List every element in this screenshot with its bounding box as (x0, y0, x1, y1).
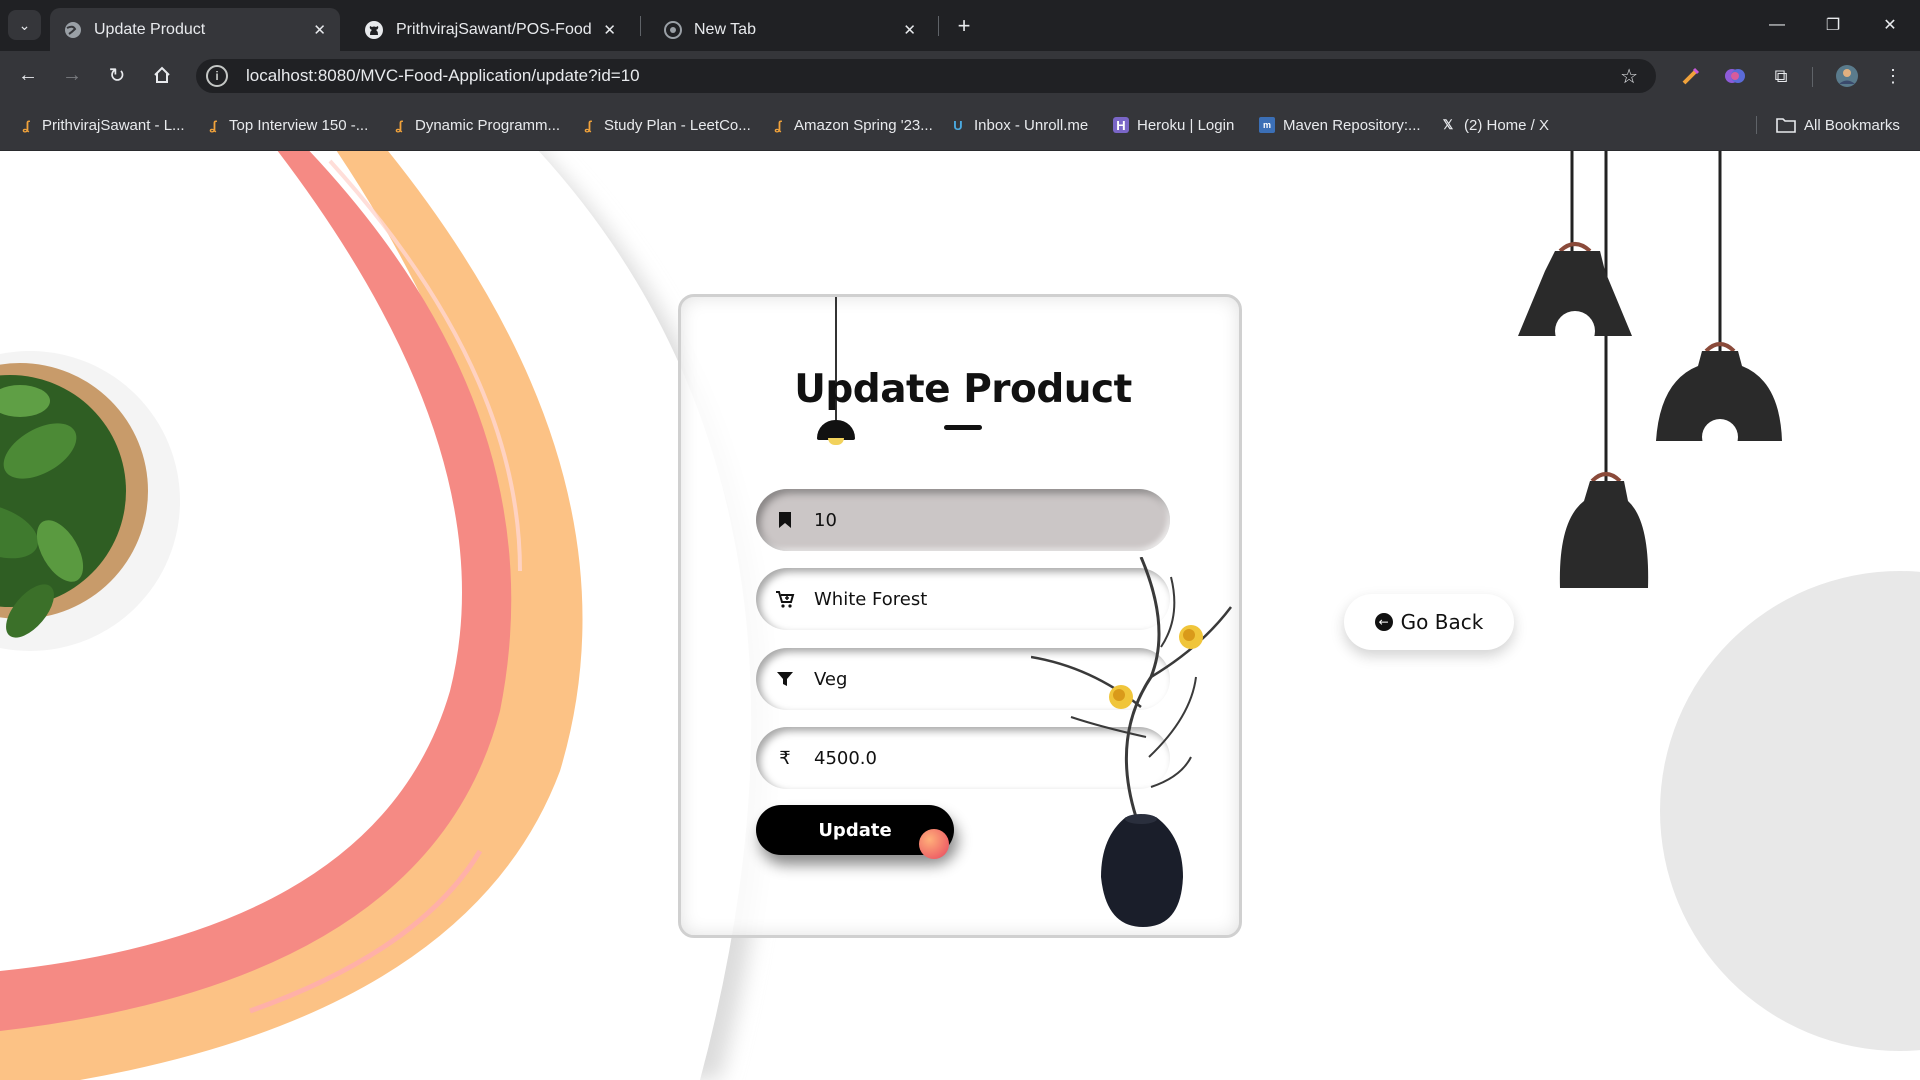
bookmark-item[interactable]: ʆ Dynamic Programm... (391, 113, 560, 137)
bookmark-star-icon[interactable]: ☆ (1620, 64, 1638, 89)
reload-icon: ↻ (108, 64, 126, 87)
bookmark-label: Dynamic Programm... (415, 116, 561, 134)
toolbar-separator (1812, 67, 1813, 87)
tab-new-tab[interactable]: New Tab ✕ (650, 8, 930, 51)
bookmark-item[interactable]: 𝕏 (2) Home / X (1440, 113, 1549, 137)
leetcode-icon: ʆ (22, 117, 30, 133)
grey-circle-decoration (1660, 571, 1920, 1051)
brain-extension-icon[interactable] (1722, 63, 1748, 89)
unroll-icon: U (953, 117, 963, 133)
close-icon: ✕ (1883, 17, 1897, 34)
filter-icon (774, 670, 796, 688)
globe-icon (65, 21, 81, 38)
bookmark-item[interactable]: ʆ Top Interview 150 -... (205, 113, 368, 137)
leetcode-icon: ʆ (395, 117, 403, 133)
page-content: Update Product ₹ Update (0, 151, 1920, 1080)
x-icon: 𝕏 (1442, 117, 1454, 132)
restore-button[interactable]: ❐ (1813, 10, 1853, 40)
tab-update-product[interactable]: Update Product ✕ (50, 8, 340, 51)
bookmark-label: Maven Repository:... (1283, 116, 1421, 134)
cart-plus-icon (774, 590, 796, 608)
lamp-icon (817, 420, 855, 440)
leetcode-icon: ʆ (774, 117, 782, 133)
close-icon[interactable]: ✕ (603, 21, 616, 39)
hanging-lamps (1518, 151, 1782, 588)
all-bookmarks-label: All Bookmarks (1804, 116, 1900, 134)
address-bar[interactable]: i localhost:8080/MVC-Food-Application/up… (196, 59, 1656, 93)
github-icon (365, 20, 383, 39)
bookmark-label: Amazon Spring '23... (794, 116, 933, 134)
bookmark-label: PrithvirajSawant - L... (42, 116, 185, 134)
all-bookmarks-button[interactable]: All Bookmarks (1776, 113, 1900, 137)
plus-icon: + (957, 13, 971, 38)
bookmark-label: Top Interview 150 -... (229, 116, 369, 134)
bookmark-icon (774, 511, 796, 529)
folder-icon (1776, 118, 1796, 133)
tab-separator (938, 16, 939, 36)
vase-decoration (1031, 557, 1232, 927)
maven-icon: m (1259, 117, 1275, 133)
bookmark-item[interactable]: ʆ Study Plan - LeetCo... (580, 113, 751, 137)
update-product-card: Update Product ₹ Update (678, 294, 1242, 938)
pen-extension-icon[interactable] (1678, 63, 1704, 89)
restore-icon: ❐ (1825, 17, 1841, 34)
close-icon[interactable]: ✕ (903, 21, 916, 39)
arrow-left-icon: ← (18, 63, 38, 86)
close-icon[interactable]: ✕ (313, 21, 326, 39)
home-button[interactable] (146, 59, 178, 91)
heroku-icon: H (1113, 117, 1129, 133)
bookmarks-bar: ʆ PrithvirajSawant - L... ʆ Top Interview … (0, 99, 1920, 151)
chrome-icon (664, 20, 682, 39)
browser-titlebar: ⌄ Update Product ✕ PrithvirajSawant/POS-… (0, 0, 1920, 51)
rupee-icon: ₹ (779, 747, 791, 768)
bookmark-item[interactable]: H Heroku | Login (1113, 113, 1234, 137)
bookmark-label: Inbox - Unroll.me (974, 116, 1089, 134)
bookmark-item[interactable]: U Inbox - Unroll.me (950, 113, 1088, 137)
bookmark-label: Heroku | Login (1137, 116, 1235, 134)
page-title: Update Product (794, 367, 1132, 412)
home-icon (154, 66, 170, 83)
minimize-button[interactable]: — (1757, 10, 1797, 40)
title-underline (944, 425, 982, 430)
browser-toolbar: ← → ↻ i localhost:8080/MVC-Food-Applicat… (0, 51, 1920, 99)
close-window-button[interactable]: ✕ (1870, 10, 1910, 40)
url-text[interactable]: localhost:8080/MVC-Food-Application/upda… (246, 66, 1620, 86)
go-back-button[interactable]: ← Go Back (1344, 594, 1514, 650)
site-info-icon[interactable]: i (206, 65, 228, 87)
bookmark-label: (2) Home / X (1464, 116, 1550, 134)
menu-kebab-icon[interactable]: ⋮ (1880, 63, 1906, 89)
tab-title: New Tab (694, 20, 756, 38)
bookmarks-separator (1756, 116, 1757, 134)
go-back-label: Go Back (1400, 610, 1484, 634)
leetcode-icon: ʆ (584, 117, 592, 133)
tab-title: PrithvirajSawant/POS-Food-Ord (396, 20, 592, 38)
bookmark-item[interactable]: ʆ Amazon Spring '23... (770, 113, 933, 137)
decorative-dot (919, 829, 949, 859)
reload-button[interactable]: ↻ (101, 59, 133, 91)
back-button[interactable]: ← (12, 59, 44, 91)
product-id-input[interactable] (814, 509, 1144, 531)
tab-github[interactable]: PrithvirajSawant/POS-Food-Ord ✕ (350, 8, 630, 51)
bookmark-label: Study Plan - LeetCo... (604, 116, 751, 134)
arrow-right-icon: → (62, 63, 82, 86)
chevron-down-icon: ⌄ (18, 16, 31, 33)
tab-separator (640, 16, 641, 36)
tab-title: Update Product (94, 20, 206, 38)
minimize-icon: — (1769, 16, 1785, 33)
bookmark-item[interactable]: m Maven Repository:... (1259, 113, 1421, 137)
leetcode-icon: ʆ (209, 117, 217, 133)
profile-avatar[interactable] (1834, 63, 1860, 89)
lamp-bulb (828, 438, 844, 445)
product-id-field[interactable] (756, 489, 1170, 551)
bookmark-item[interactable]: ʆ PrithvirajSawant - L... (18, 113, 185, 137)
arrow-left-circle-icon: ← (1374, 613, 1393, 631)
forward-button[interactable]: → (56, 59, 88, 91)
new-tab-button[interactable]: + (950, 12, 978, 40)
extensions-puzzle-icon[interactable]: ⧉ (1768, 63, 1794, 89)
tab-search-button[interactable]: ⌄ (8, 10, 41, 40)
